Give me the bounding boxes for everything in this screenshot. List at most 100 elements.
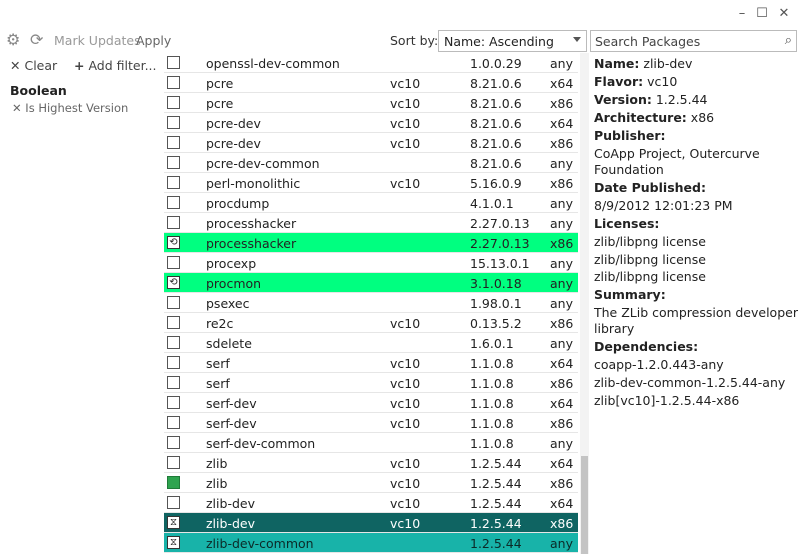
update-icon[interactable]: ⟲ — [167, 236, 180, 249]
package-name: processhacker — [206, 216, 297, 231]
package-arch: x86 — [550, 376, 574, 391]
package-checkbox[interactable] — [167, 416, 180, 429]
package-checkbox[interactable] — [167, 196, 180, 209]
package-row[interactable]: pcre-dev-common 8.21.0.6 any — [164, 153, 578, 173]
package-version: 1.2.5.44 — [470, 536, 522, 551]
installed-checkbox[interactable] — [167, 476, 180, 489]
package-version: 2.27.0.13 — [470, 236, 530, 251]
clear-filters-button[interactable]: ✕ Clear — [10, 58, 57, 73]
package-row[interactable]: ⧖ zlib-dev vc10 1.2.5.44 x86 — [164, 513, 578, 533]
package-row[interactable]: procdump 4.1.0.1 any — [164, 193, 578, 213]
package-row[interactable]: pcre-dev vc10 8.21.0.6 x86 — [164, 133, 578, 153]
package-row[interactable]: processhacker 2.27.0.13 any — [164, 213, 578, 233]
minimize-button[interactable]: – — [732, 6, 752, 21]
license-item: zlib/libpng license — [594, 234, 706, 249]
package-arch: any — [550, 336, 573, 351]
package-flavor: vc10 — [390, 176, 421, 191]
list-scrollbar[interactable] — [580, 53, 589, 554]
filter-item-label: Is Highest Version — [25, 101, 129, 115]
package-row[interactable]: perl-monolithic vc10 5.16.0.9 x86 — [164, 173, 578, 193]
summary-label: Summary: — [594, 287, 666, 302]
package-arch: x86 — [550, 136, 574, 151]
package-checkbox[interactable] — [167, 336, 180, 349]
sort-select[interactable]: Name: Ascending — [438, 30, 587, 52]
package-checkbox[interactable] — [167, 376, 180, 389]
package-checkbox[interactable] — [167, 96, 180, 109]
package-checkbox[interactable] — [167, 396, 180, 409]
package-flavor: vc10 — [390, 376, 421, 391]
update-icon[interactable]: ⟲ — [167, 276, 180, 289]
package-row[interactable]: pcre vc10 8.21.0.6 x86 — [164, 93, 578, 113]
package-checkbox[interactable] — [167, 76, 180, 89]
package-arch: x64 — [550, 116, 574, 131]
add-filter-button[interactable]: + Add filter... — [74, 58, 157, 73]
package-version: 1.2.5.44 — [470, 496, 522, 511]
package-version: 1.0.0.29 — [470, 56, 522, 71]
package-row[interactable]: serf vc10 1.1.0.8 x86 — [164, 373, 578, 393]
package-checkbox[interactable] — [167, 216, 180, 229]
x-icon: ✕ — [10, 58, 21, 73]
maximize-button[interactable]: ☐ — [752, 6, 772, 21]
package-checkbox[interactable] — [167, 296, 180, 309]
package-row[interactable]: ⟲ procmon 3.1.0.18 any — [164, 273, 578, 293]
package-arch: any — [550, 196, 573, 211]
package-checkbox[interactable] — [167, 136, 180, 149]
package-row[interactable]: serf-dev vc10 1.1.0.8 x64 — [164, 393, 578, 413]
package-checkbox[interactable] — [167, 356, 180, 369]
package-row[interactable]: zlib-dev vc10 1.2.5.44 x64 — [164, 493, 578, 513]
package-name: pcre-dev-common — [206, 156, 320, 171]
package-row[interactable]: serf-dev vc10 1.1.0.8 x86 — [164, 413, 578, 433]
package-row[interactable]: openssl-dev-common 1.0.0.29 any — [164, 53, 578, 73]
package-row[interactable]: serf-dev-common 1.1.0.8 any — [164, 433, 578, 453]
filter-item[interactable]: ✕ Is Highest Version — [12, 101, 128, 115]
package-row[interactable]: zlib vc10 1.2.5.44 x86 — [164, 473, 578, 493]
package-row[interactable]: re2c vc10 0.13.5.2 x86 — [164, 313, 578, 333]
package-arch: x86 — [550, 236, 574, 251]
package-row[interactable]: psexec 1.98.0.1 any — [164, 293, 578, 313]
package-flavor: vc10 — [390, 76, 421, 91]
package-checkbox[interactable] — [167, 436, 180, 449]
search-input[interactable] — [595, 33, 775, 49]
flavor-value: vc10 — [647, 74, 678, 89]
package-version: 1.98.0.1 — [470, 296, 522, 311]
remove-filter-icon[interactable]: ✕ — [12, 101, 22, 115]
mark-updates-button[interactable]: Mark Updates — [54, 33, 141, 48]
package-arch: x64 — [550, 396, 574, 411]
package-checkbox[interactable] — [167, 116, 180, 129]
package-name: zlib-dev — [206, 496, 255, 511]
package-name: procmon — [206, 276, 262, 291]
package-checkbox[interactable] — [167, 496, 180, 509]
package-checkbox[interactable] — [167, 316, 180, 329]
filter-group-title: Boolean — [10, 83, 67, 98]
package-row[interactable]: procexp 15.13.0.1 any — [164, 253, 578, 273]
install-icon[interactable]: ⧖ — [167, 536, 180, 549]
search-icon[interactable]: ⌕ — [785, 33, 792, 48]
package-row[interactable]: pcre-dev vc10 8.21.0.6 x64 — [164, 113, 578, 133]
package-checkbox[interactable] — [167, 156, 180, 169]
package-row[interactable]: serf vc10 1.1.0.8 x64 — [164, 353, 578, 373]
dependency-item[interactable]: coapp-1.2.0.443-any — [594, 357, 724, 372]
package-arch: any — [550, 436, 573, 451]
dependency-item[interactable]: zlib-dev-common-1.2.5.44-any — [594, 375, 785, 390]
gear-icon[interactable]: ⚙ — [6, 31, 20, 49]
package-checkbox[interactable] — [167, 176, 180, 189]
package-version: 8.21.0.6 — [470, 116, 522, 131]
dependency-item[interactable]: zlib[vc10]-1.2.5.44-x86 — [594, 393, 739, 408]
package-row[interactable]: ⟲ processhacker 2.27.0.13 x86 — [164, 233, 578, 253]
package-checkbox[interactable] — [167, 456, 180, 469]
package-name: pcre-dev — [206, 116, 261, 131]
package-row[interactable]: zlib vc10 1.2.5.44 x64 — [164, 453, 578, 473]
package-row[interactable]: pcre vc10 8.21.0.6 x64 — [164, 73, 578, 93]
package-row[interactable]: ⧖ zlib-dev-common 1.2.5.44 any — [164, 533, 578, 553]
scrollbar-thumb[interactable] — [581, 456, 588, 554]
package-checkbox[interactable] — [167, 56, 180, 69]
close-button[interactable]: ✕ — [774, 6, 794, 21]
package-checkbox[interactable] — [167, 256, 180, 269]
package-row[interactable]: sdelete 1.6.0.1 any — [164, 333, 578, 353]
package-name: openssl-dev-common — [206, 56, 340, 71]
install-icon[interactable]: ⧖ — [167, 516, 180, 529]
package-name: perl-monolithic — [206, 176, 301, 191]
package-flavor: vc10 — [390, 476, 421, 491]
refresh-icon[interactable]: ⟳ — [30, 31, 43, 49]
apply-button[interactable]: Apply — [136, 33, 171, 48]
